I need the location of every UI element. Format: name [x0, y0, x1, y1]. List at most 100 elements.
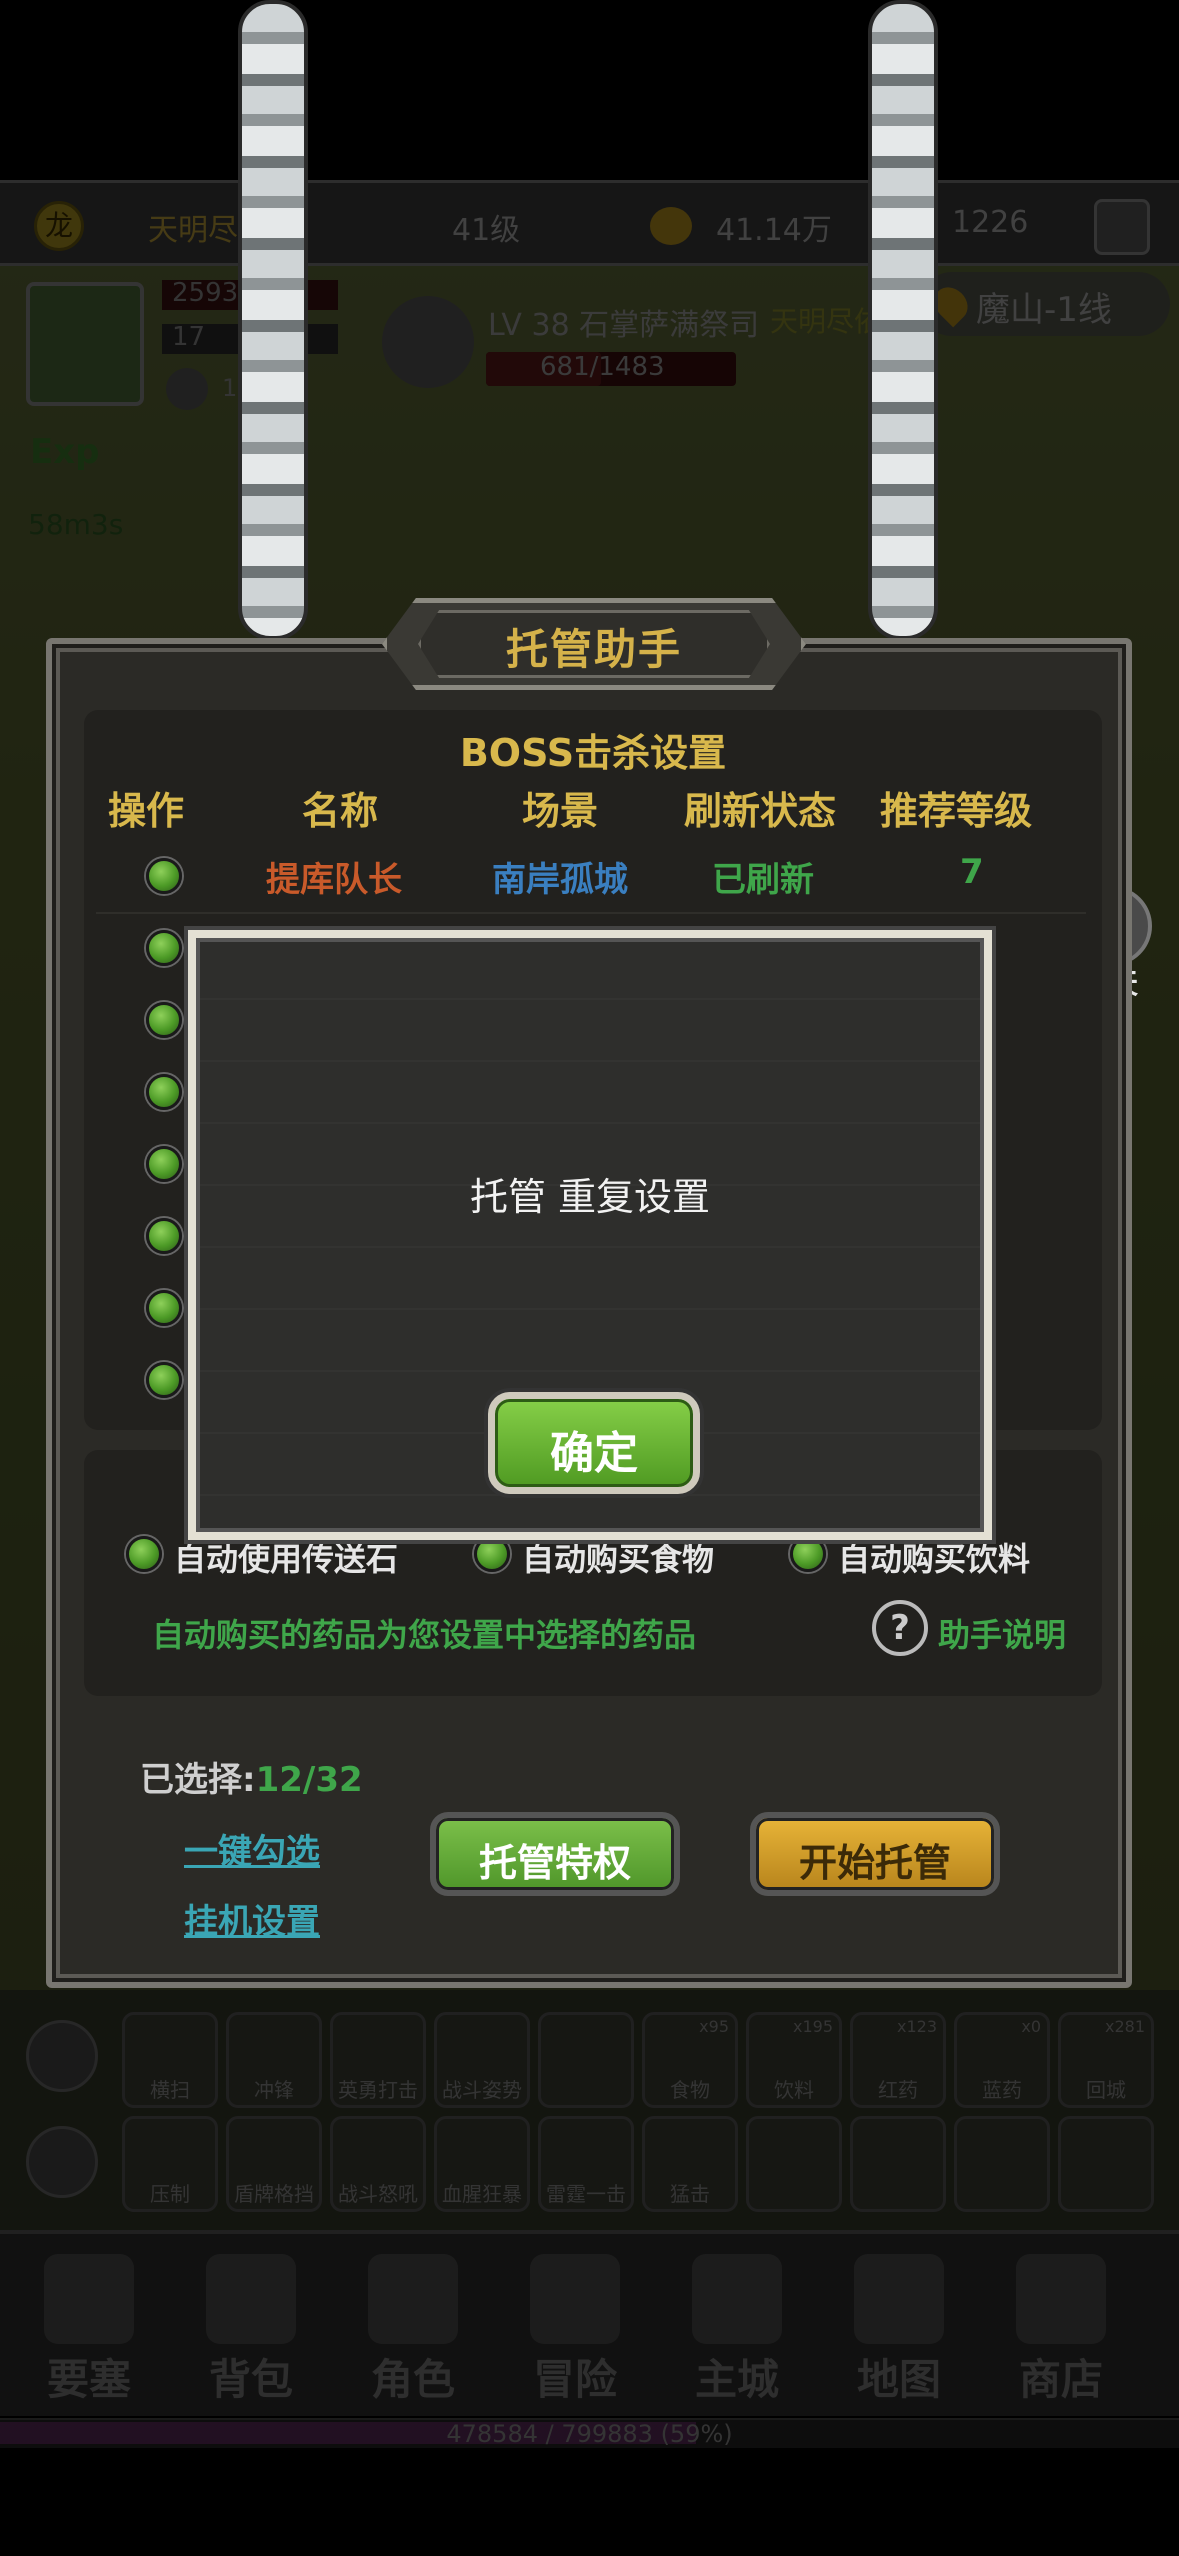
boss-row-checkbox[interactable] [146, 1218, 182, 1254]
boss-name: 提库队长 [266, 860, 402, 900]
nav-icon [1016, 2254, 1106, 2344]
skill-slot[interactable]: 血腥狂暴 [434, 2116, 530, 2212]
location-name: 魔山-1线 [976, 290, 1112, 330]
nav-item[interactable]: 商店 [986, 2254, 1136, 2404]
skill-label: 压制 [150, 2182, 190, 2206]
skill-bar: 横扫 冲锋 英勇打击 战斗姿势 x95 食物 x195 饮料 x123 红药 x0 蓝药 x281 回城 … [0, 1990, 1179, 2230]
select-all-link[interactable]: 一键勾选 [184, 1824, 320, 1873]
row-divider [96, 912, 1086, 914]
skill-slot[interactable]: 雷霆一击 [538, 2116, 634, 2212]
skill-slot[interactable]: 冲锋 [226, 2012, 322, 2108]
boss-row-checkbox[interactable] [146, 1074, 182, 1110]
skill-count: x0 [1021, 2017, 1041, 2036]
target-guild: 天明尽依 [770, 305, 883, 338]
boss-row-checkbox[interactable] [146, 930, 182, 966]
skill-label: 战斗姿势 [442, 2078, 522, 2102]
confirm-button-label: 确定 [550, 1428, 638, 1479]
selected-count: 已选择:12/32 [140, 1752, 363, 1801]
col-header-status: 刷新状态 [684, 789, 837, 833]
help-label[interactable]: 助手说明 [938, 1610, 1066, 1656]
nav-item[interactable]: 角色 [338, 2254, 488, 2404]
location-indicator[interactable]: 魔山-1线 [920, 272, 1170, 336]
nav-icon [368, 2254, 458, 2344]
skill-label: 血腥狂暴 [442, 2182, 522, 2206]
empty-slot[interactable] [746, 2116, 842, 2212]
nav-icon [206, 2254, 296, 2344]
skill-slot[interactable]: 猛击 [642, 2116, 738, 2212]
buff-count: 1 [222, 374, 238, 402]
confirm-button[interactable]: 确定 [488, 1392, 700, 1494]
gem-amount: 1226 [952, 205, 1029, 240]
skill-slot[interactable]: 盾牌格挡 [226, 2116, 322, 2212]
nav-item[interactable]: 冒险 [500, 2254, 650, 2404]
player-avatar[interactable] [26, 282, 144, 406]
skill-label: 红药 [878, 2078, 918, 2102]
player-hp-value: 2593 [172, 278, 239, 308]
skill-slot[interactable]: x123 红药 [850, 2012, 946, 2108]
nav-label: 角色 [370, 2355, 455, 2404]
boss-row-checkbox[interactable] [146, 1362, 182, 1398]
skill-slot[interactable]: x95 食物 [642, 2012, 738, 2108]
skill-label: 蓝药 [982, 2078, 1022, 2102]
boss-scene: 南岸孤城 [492, 860, 628, 900]
skill-label: 雷霆一击 [546, 2182, 626, 2206]
skill-label: 盾牌格挡 [234, 2182, 314, 2206]
target-avatar[interactable] [382, 296, 474, 388]
auto-food-toggle[interactable] [474, 1536, 510, 1572]
nav-item[interactable]: 要塞 [14, 2254, 164, 2404]
skill-slot[interactable] [538, 2012, 634, 2108]
empty-slot[interactable] [954, 2116, 1050, 2212]
skill-label: 食物 [670, 2078, 710, 2102]
help-icon[interactable]: ? [872, 1600, 928, 1656]
auto-teleport-toggle[interactable] [126, 1536, 162, 1572]
nav-item[interactable]: 地图 [824, 2254, 974, 2404]
settings-icon[interactable] [1094, 199, 1150, 255]
privilege-button[interactable]: 托管特权 [430, 1812, 680, 1896]
skill-slot[interactable]: x195 饮料 [746, 2012, 842, 2108]
bottom-navigation: 要塞 背包 角色 冒险 主城 地图 商店 [0, 2230, 1179, 2416]
start-auto-button[interactable]: 开始托管 [750, 1812, 1000, 1896]
gold-coin-icon [650, 207, 692, 245]
trash-icon[interactable] [26, 2126, 98, 2198]
auto-drink-toggle[interactable] [790, 1536, 826, 1572]
skill-slot[interactable]: 战斗姿势 [434, 2012, 530, 2108]
gold-amount: 41.14万 [716, 213, 832, 248]
skill-slot[interactable]: x0 蓝药 [954, 2012, 1050, 2108]
auto-teleport-label: 自动使用传送石 [174, 1540, 399, 1578]
skill-slot[interactable]: 横扫 [122, 2012, 218, 2108]
boss-row-checkbox[interactable] [146, 1002, 182, 1038]
col-header-level: 推荐等级 [880, 789, 1033, 833]
potion-note: 自动购买的药品为您设置中选择的药品 [152, 1616, 697, 1654]
right-chain [868, 0, 938, 640]
boss-row-checkbox[interactable] [146, 858, 182, 894]
skill-slot[interactable]: 英勇打击 [330, 2012, 426, 2108]
boss-level: 7 [960, 852, 984, 892]
refresh-icon[interactable] [26, 2020, 98, 2092]
skill-slot[interactable]: 压制 [122, 2116, 218, 2212]
nav-icon [854, 2254, 944, 2344]
nav-icon [530, 2254, 620, 2344]
nav-label: 商店 [1018, 2355, 1103, 2404]
dialog-message: 托管 重复设置 [469, 1175, 711, 1219]
skill-slot[interactable]: 战斗怒吼 [330, 2116, 426, 2212]
col-header-action: 操作 [108, 789, 185, 833]
boss-row-checkbox[interactable] [146, 1146, 182, 1182]
skill-slot[interactable]: x281 回城 [1058, 2012, 1154, 2108]
idle-settings-link[interactable]: 挂机设置 [184, 1894, 320, 1943]
nav-item[interactable]: 主城 [662, 2254, 812, 2404]
empty-slot[interactable] [850, 2116, 946, 2212]
target-title: LV 38 石掌萨满祭司 [488, 308, 760, 343]
privilege-button-label: 托管特权 [478, 1841, 631, 1885]
buff-icon[interactable] [166, 368, 208, 410]
nav-label: 主城 [694, 2355, 779, 2404]
auto-food-label: 自动购买食物 [522, 1540, 715, 1578]
left-chain [238, 0, 308, 640]
exp-badge[interactable]: Exp [30, 432, 100, 472]
nav-item[interactable]: 背包 [176, 2254, 326, 2404]
empty-slot[interactable] [1058, 2116, 1154, 2212]
boss-row-checkbox[interactable] [146, 1290, 182, 1326]
skill-count: x95 [699, 2017, 729, 2036]
guild-logo-icon[interactable]: 龙 [34, 201, 84, 251]
boss-settings-title: BOSS击杀设置 [459, 731, 727, 775]
skill-count: x123 [896, 2017, 937, 2036]
